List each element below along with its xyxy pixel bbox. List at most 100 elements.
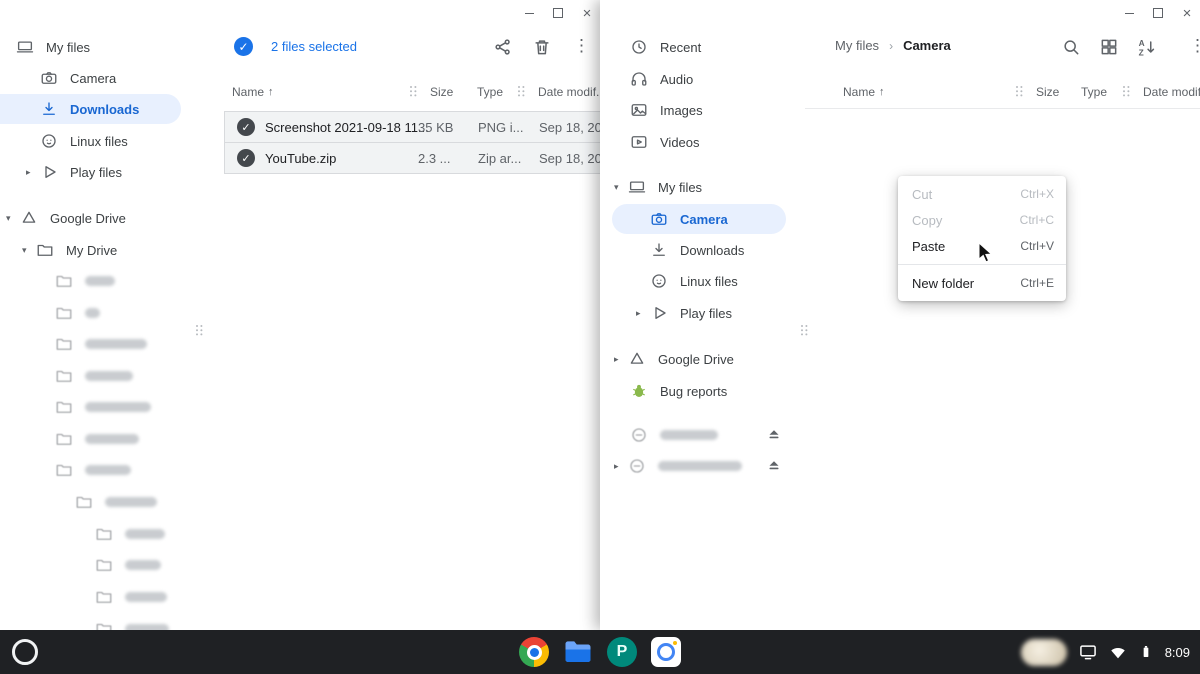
eject-icon — [765, 425, 783, 443]
sidebar-item-videos[interactable]: Videos — [600, 127, 700, 157]
column-header-size[interactable]: Size — [1036, 82, 1059, 102]
sidebar-item-recent[interactable]: Recent — [600, 32, 701, 62]
chevron-right-icon[interactable]: ▸ — [636, 308, 650, 319]
video-icon — [630, 133, 648, 151]
sort-button[interactable]: AZ — [1137, 37, 1157, 62]
column-header-size[interactable]: Size — [430, 82, 453, 102]
chrome-app-icon[interactable] — [519, 637, 549, 667]
linux-icon — [40, 132, 58, 150]
close-button[interactable]: × — [1180, 6, 1194, 20]
play-icon — [40, 163, 58, 181]
sidebar-item-linux-files[interactable]: Linux files — [0, 126, 128, 156]
column-header-type[interactable]: Type — [477, 82, 503, 102]
sidebar-item-my-files[interactable]: ▾ My files — [600, 172, 702, 202]
column-resize-handle[interactable] — [1123, 85, 1132, 97]
sidebar-item-linux-files[interactable]: Linux files — [600, 266, 738, 296]
file-type: PNG i... — [478, 112, 524, 142]
sidebar-item-play-files[interactable]: ▸ Play files — [600, 298, 732, 328]
breadcrumb-root[interactable]: My files — [835, 38, 879, 53]
sidebar-resize-handle[interactable] — [196, 324, 205, 336]
system-tray[interactable]: 8:09 — [1021, 630, 1190, 674]
column-header-type[interactable]: Type — [1081, 82, 1107, 102]
chevron-right-icon[interactable]: ▸ — [614, 354, 628, 365]
sidebar-item-device-blurred[interactable] — [600, 420, 795, 450]
sidebar-item-downloads[interactable]: Downloads — [0, 94, 181, 124]
file-size: 2.3 ... — [418, 143, 451, 173]
sidebar-item-downloads[interactable]: Downloads — [600, 235, 744, 265]
minimize-button[interactable] — [1122, 6, 1136, 20]
file-row-youtube-zip[interactable]: ✓ YouTube.zip 2.3 ... Zip ar... Sep 18, … — [224, 142, 600, 174]
delete-button[interactable] — [532, 37, 552, 62]
view-toggle-button[interactable] — [1099, 37, 1119, 62]
chevron-down-icon[interactable]: ▾ — [22, 245, 36, 256]
minimize-button[interactable] — [522, 6, 536, 20]
sidebar-item-label: Google Drive — [50, 211, 126, 226]
context-menu-item-paste[interactable]: Paste Ctrl+V — [898, 233, 1066, 259]
menu-item-shortcut: Ctrl+E — [1020, 276, 1054, 290]
maximize-button[interactable] — [551, 6, 565, 20]
app-p-icon[interactable]: P — [607, 637, 637, 667]
launcher-button[interactable] — [12, 639, 38, 665]
sidebar-item-device-blurred[interactable]: ▸ — [600, 451, 795, 481]
chevron-right-icon[interactable]: ▸ — [614, 461, 628, 472]
sidebar-item-my-drive[interactable]: ▾ My Drive — [0, 235, 117, 265]
sidebar-item-blurred[interactable] — [0, 361, 133, 391]
more-menu-button[interactable]: ⋮ — [573, 36, 590, 56]
sort-az-icon: AZ — [1137, 37, 1157, 57]
selected-check-icon[interactable]: ✓ — [234, 37, 253, 56]
sidebar-item-google-drive[interactable]: ▾ Google Drive — [0, 203, 126, 233]
sidebar-item-blurred[interactable] — [0, 298, 100, 328]
column-resize-handle[interactable] — [518, 85, 527, 97]
row-check-icon[interactable]: ✓ — [237, 149, 255, 167]
my-drive-icon — [36, 241, 54, 259]
sidebar-item-label: Downloads — [70, 102, 139, 117]
bug-icon — [630, 382, 648, 400]
sidebar-item-bug-reports[interactable]: Bug reports — [600, 376, 727, 406]
column-resize-handle[interactable] — [410, 85, 419, 97]
sidebar-item-camera[interactable]: Camera — [612, 204, 786, 234]
sidebar-item-blurred[interactable] — [0, 455, 131, 485]
sidebar-item-blurred[interactable] — [0, 266, 115, 296]
column-resize-handle[interactable] — [1016, 85, 1025, 97]
sidebar-item-images[interactable]: Images — [600, 95, 703, 125]
column-header-name[interactable]: Name↑ — [232, 82, 274, 102]
files-app-icon[interactable] — [563, 637, 593, 667]
file-size: 35 KB — [418, 112, 453, 142]
row-check-icon[interactable]: ✓ — [237, 118, 255, 136]
sidebar-item-blurred[interactable] — [0, 614, 169, 630]
maximize-button[interactable] — [1151, 6, 1165, 20]
sidebar-item-blurred[interactable] — [0, 582, 167, 612]
share-button[interactable] — [493, 37, 513, 62]
window-controls: × — [522, 6, 594, 20]
camera-app-icon[interactable] — [651, 637, 681, 667]
sidebar-item-blurred[interactable] — [0, 519, 165, 549]
sidebar-item-label: My files — [46, 40, 90, 55]
eject-button[interactable] — [765, 456, 795, 477]
sidebar-item-blurred[interactable] — [0, 392, 151, 422]
search-button[interactable] — [1061, 37, 1081, 62]
sidebar-item-audio[interactable]: Audio — [600, 64, 693, 94]
sidebar-item-blurred[interactable] — [0, 329, 147, 359]
sidebar-item-google-drive[interactable]: ▸ Google Drive — [600, 344, 734, 374]
menu-item-label: New folder — [912, 276, 974, 291]
sidebar-item-label: Audio — [660, 72, 693, 87]
file-row-screenshot[interactable]: ✓ Screenshot 2021-09-18 11... 35 KB PNG … — [224, 111, 600, 143]
sidebar-item-play-files[interactable]: ▸ Play files — [0, 157, 122, 187]
chevron-down-icon[interactable]: ▾ — [6, 213, 20, 224]
menu-item-label: Paste — [912, 239, 945, 254]
chevron-down-icon[interactable]: ▾ — [614, 182, 628, 193]
context-menu-item-new-folder[interactable]: New folder Ctrl+E — [898, 270, 1066, 296]
chevron-right-icon[interactable]: ▸ — [26, 167, 40, 178]
sidebar-item-blurred[interactable] — [0, 487, 157, 517]
eject-button[interactable] — [765, 425, 795, 446]
sidebar-item-blurred[interactable] — [0, 550, 161, 580]
sidebar-item-my-files[interactable]: My files — [0, 32, 90, 62]
more-menu-button[interactable]: ⋮ — [1189, 36, 1200, 56]
sidebar-resize-handle[interactable] — [801, 324, 810, 336]
column-header-date[interactable]: Date modif... — [538, 82, 600, 102]
sidebar-item-camera[interactable]: Camera — [0, 63, 116, 93]
sidebar-item-blurred[interactable] — [0, 424, 139, 454]
column-header-date[interactable]: Date modif... — [1143, 82, 1200, 102]
column-header-name[interactable]: Name↑ — [843, 82, 885, 102]
close-button[interactable]: × — [580, 6, 594, 20]
